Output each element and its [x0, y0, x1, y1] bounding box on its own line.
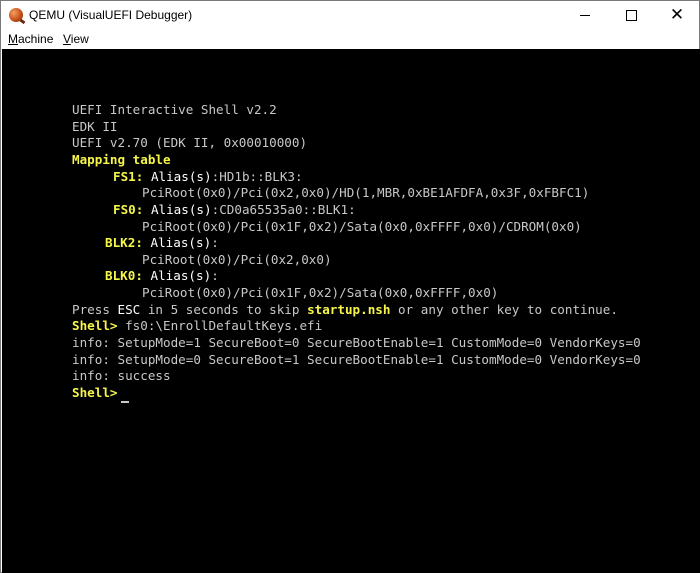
console-screen[interactable]: UEFI Interactive Shell v2.2 EDK II UEFI …: [2, 49, 700, 573]
blk0-alias-label: Alias(s): [150, 268, 212, 283]
blk0-device-path: PciRoot(0x0)/Pci(0x1F,0x2)/Sata(0x0,0xFF…: [142, 285, 499, 300]
mapping-fs0-line: FS0: Alias(s):CD0a65535a0::BLK1:: [113, 202, 356, 218]
close-icon: ✕: [669, 5, 685, 25]
qemu-window: QEMU (VisualUEFI Debugger) ✕ Machine Vie…: [0, 0, 700, 573]
info-line-1: info: SetupMode=1 SecureBoot=0 SecureBoo…: [72, 335, 641, 350]
blk2-device-path: PciRoot(0x0)/Pci(0x2,0x0): [142, 252, 332, 267]
blk2-name: BLK2:: [105, 235, 143, 250]
fs0-alias-value: :CD0a65535a0::BLK1:: [211, 202, 356, 217]
menu-view[interactable]: View: [63, 32, 89, 46]
press-prefix: Press: [72, 302, 118, 317]
command-text: fs0:\EnrollDefaultKeys.efi: [117, 318, 323, 333]
menu-machine[interactable]: Machine: [8, 32, 53, 46]
esc-key-text: ESC: [117, 302, 141, 317]
startup-script-name: startup.nsh: [307, 302, 391, 317]
minimize-button[interactable]: [562, 1, 608, 30]
mapping-blk2-line: BLK2: Alias(s):: [105, 235, 219, 251]
blk0-name: BLK0:: [105, 268, 143, 283]
title-bar[interactable]: QEMU (VisualUEFI Debugger) ✕: [1, 1, 699, 30]
info-line-3: info: success: [72, 368, 171, 383]
mapping-blk0-line: BLK0: Alias(s):: [105, 268, 219, 284]
qemu-icon: [9, 8, 23, 22]
shell-prompt: Shell>: [72, 318, 118, 333]
command-line: Shell> fs0:\EnrollDefaultKeys.efi: [72, 318, 322, 334]
blk2-alias-value: :: [211, 235, 219, 250]
mapping-fs1-line: FS1: Alias(s):HD1b::BLK3:: [113, 169, 303, 185]
fs0-device-path: PciRoot(0x0)/Pci(0x1F,0x2)/Sata(0x0,0xFF…: [142, 219, 582, 234]
window-title: QEMU (VisualUEFI Debugger): [29, 8, 193, 22]
fs1-alias-value: :HD1b::BLK3:: [211, 169, 303, 184]
fs0-alias-label: Alias(s): [150, 202, 212, 217]
fs1-name: FS1:: [113, 169, 144, 184]
info-line-2: info: SetupMode=0 SecureBoot=1 SecureBoo…: [72, 352, 641, 367]
edk-line: EDK II: [72, 119, 118, 134]
fs0-name: FS0:: [113, 202, 144, 217]
menu-bar: Machine View: [1, 30, 699, 50]
startup-countdown-line: Press ESC in 5 seconds to skip startup.n…: [72, 302, 618, 318]
uefi-version-line: UEFI v2.70 (EDK II, 0x00010000): [72, 135, 308, 150]
press-middle: in 5 seconds to skip: [140, 302, 308, 317]
shell-prompt-current: Shell>: [72, 385, 118, 400]
minimize-icon: [580, 15, 590, 16]
close-button[interactable]: ✕: [654, 1, 700, 30]
fs1-device-path: PciRoot(0x0)/Pci(0x2,0x0)/HD(1,MBR,0xBE1…: [142, 185, 590, 200]
text-cursor: [121, 401, 129, 403]
prompt-line: Shell>: [72, 385, 118, 401]
fs1-alias-label: Alias(s): [150, 169, 212, 184]
shell-version-line: UEFI Interactive Shell v2.2: [72, 102, 277, 117]
maximize-button[interactable]: [608, 1, 654, 30]
mapping-table-title: Mapping table: [72, 152, 171, 167]
blk2-alias-label: Alias(s): [150, 235, 212, 250]
maximize-icon: [625, 10, 637, 21]
blk0-alias-value: :: [211, 268, 219, 283]
press-suffix: or any other key to continue.: [390, 302, 618, 317]
